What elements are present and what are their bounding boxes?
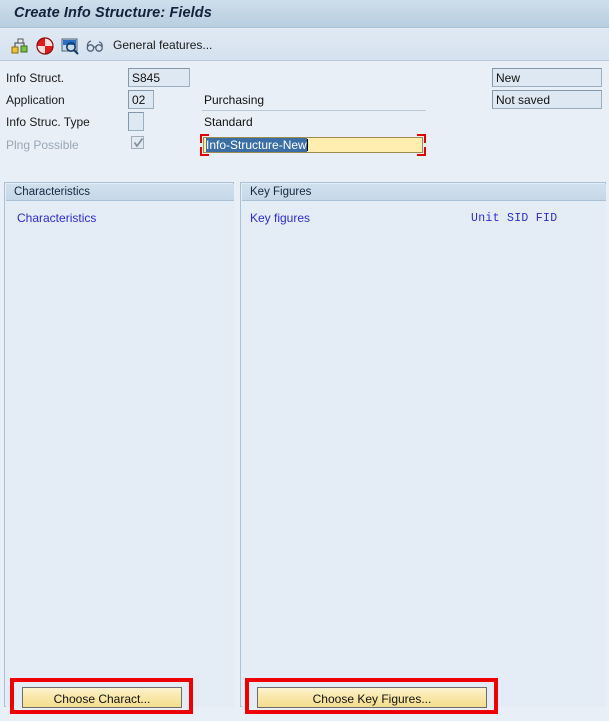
characteristics-panel-body: Characteristics: [6, 201, 234, 707]
toolbar: General features...: [0, 29, 609, 61]
info-struct-label: Info Struct.: [6, 71, 65, 85]
text-caret: [306, 139, 308, 151]
key-figures-panel-body: Key figures Unit SID FID: [242, 201, 606, 707]
key-figures-column-header[interactable]: Key figures: [250, 211, 310, 225]
key-figures-panel-header-label: Key Figures: [250, 186, 312, 198]
characteristics-panel: Characteristics Characteristics: [4, 182, 234, 707]
general-features-button[interactable]: General features...: [113, 38, 212, 52]
display-icon[interactable]: [60, 36, 80, 56]
save-status-input[interactable]: [492, 90, 602, 109]
cancel-icon[interactable]: [35, 36, 55, 56]
info-struc-type-input[interactable]: [128, 112, 144, 131]
key-figures-panel-header: Key Figures: [242, 184, 606, 201]
structure-icon[interactable]: [10, 36, 30, 56]
info-struc-type-text: Standard: [204, 115, 253, 129]
page-title: Create Info Structure: Fields: [14, 5, 212, 21]
choose-key-figures-button[interactable]: Choose Key Figures...: [257, 687, 487, 708]
header-form: Info Struct. Info-Structure-New Applicat…: [0, 62, 609, 178]
choose-charact-button[interactable]: Choose Charact...: [22, 687, 182, 708]
info-struc-type-label: Info Struc. Type: [6, 115, 90, 129]
key-figures-panel: Key Figures Key figures Unit SID FID: [240, 182, 606, 707]
characteristics-panel-header: Characteristics: [6, 184, 234, 201]
checkmark-icon: [133, 137, 144, 148]
key-figures-unit-sid-fid-header: Unit SID FID: [471, 212, 558, 225]
description-input[interactable]: Info-Structure-New: [203, 137, 423, 153]
description-selected-text: Info-Structure-New: [206, 138, 307, 152]
info-struct-input[interactable]: [128, 68, 190, 87]
characteristics-panel-header-label: Characteristics: [14, 186, 91, 198]
characteristics-column-header[interactable]: Characteristics: [17, 211, 96, 225]
application-text-underline: [202, 110, 426, 111]
status-input[interactable]: [492, 68, 602, 87]
glasses-icon[interactable]: [85, 36, 105, 56]
application-text: Purchasing: [204, 93, 265, 107]
plng-possible-label: Plng Possible: [6, 138, 79, 152]
plng-possible-checkbox: [131, 136, 144, 149]
application-input[interactable]: [128, 90, 154, 109]
description-field-wrapper: Info-Structure-New: [200, 134, 426, 156]
application-label: Application: [6, 93, 65, 107]
window-title-bar: Create Info Structure: Fields: [0, 0, 609, 28]
